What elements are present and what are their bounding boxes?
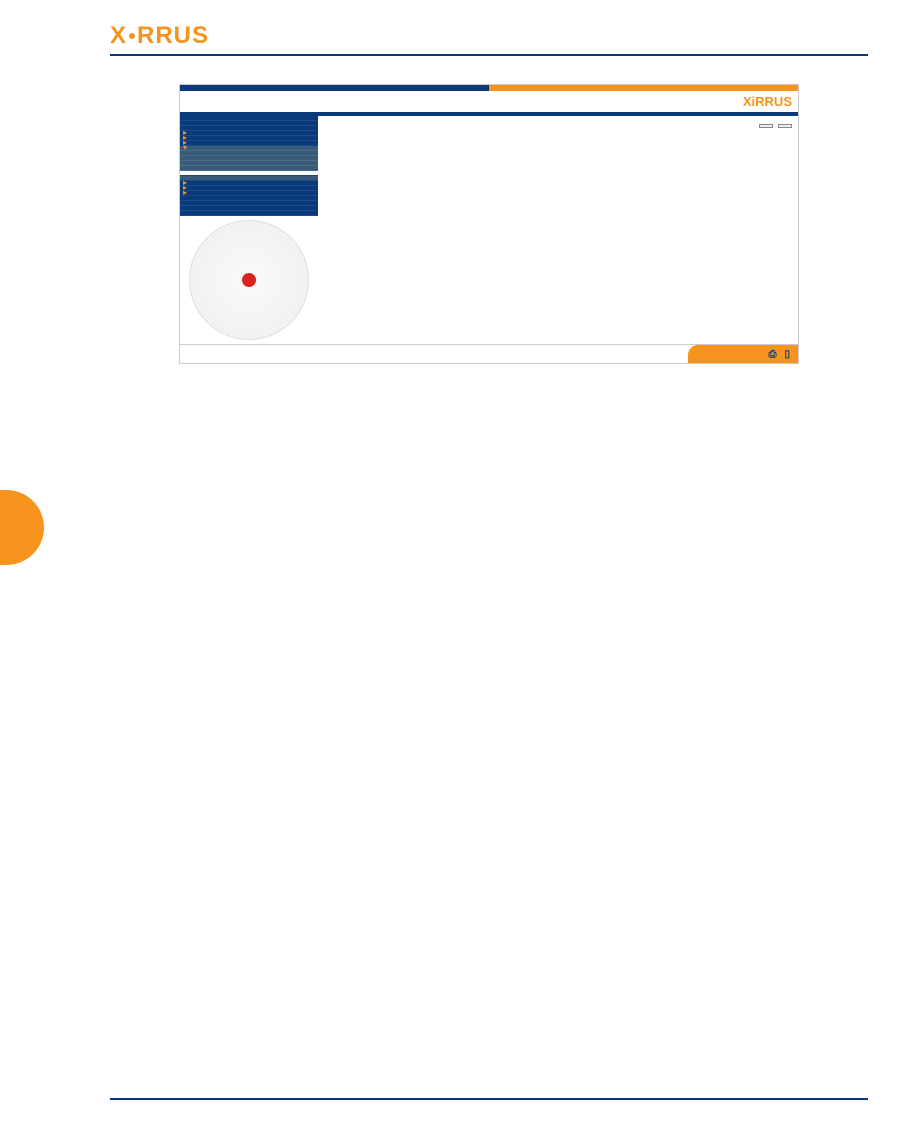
save-button[interactable] — [778, 124, 792, 128]
ss-sidebar — [180, 116, 318, 216]
ss-logo: XiRRUS — [743, 94, 792, 109]
thumb-tab — [0, 490, 44, 565]
figure-screenshot: XiRRUS — [179, 84, 799, 364]
antenna-center-icon — [242, 273, 256, 287]
page-footer — [110, 1098, 868, 1106]
footer-name — [276, 351, 292, 357]
page-icon[interactable]: ▯ — [784, 349, 790, 360]
print-icon[interactable]: ⎙ — [768, 349, 776, 360]
antenna-diagram — [189, 220, 309, 340]
antenna-panel — [180, 216, 318, 344]
logo-text: X — [110, 22, 127, 50]
ss-main-panel — [318, 116, 798, 344]
footer-location — [180, 351, 196, 357]
page-header: XRRUS — [110, 22, 868, 56]
xirrus-logo: XRRUS — [110, 22, 209, 50]
footer-ip — [332, 351, 348, 357]
apply-button[interactable] — [759, 124, 773, 128]
nav-logout[interactable] — [180, 211, 318, 216]
ss-status-bar: ⎙ ▯ — [180, 344, 798, 363]
